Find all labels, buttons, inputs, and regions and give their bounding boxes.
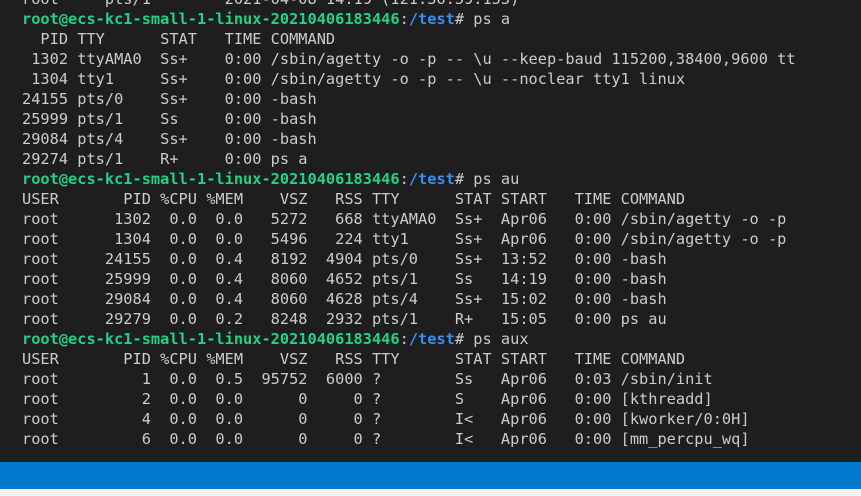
prompt-line: root@ecs-kc1-small-1-linux-2021040618344… bbox=[22, 169, 861, 189]
output-line: 24155 pts/0 Ss+ 0:00 -bash bbox=[22, 90, 317, 108]
output-line: 1304 tty1 Ss+ 0:00 /sbin/agetty -o -p --… bbox=[22, 70, 686, 88]
output-line: USER PID %CPU %MEM VSZ RSS TTY STAT STAR… bbox=[22, 190, 686, 208]
prompt-separator: : bbox=[399, 10, 409, 28]
terminal-output: root pts/1 2021-04-08 14:19 (121.36.59.1… bbox=[22, 0, 861, 449]
output-line: root 1304 0.0 0.0 5496 224 tty1 Ss+ Apr0… bbox=[22, 230, 787, 248]
output-line: root 24155 0.0 0.4 8192 4904 pts/0 Ss+ 1… bbox=[22, 250, 667, 268]
output-line: root 4 0.0 0.0 0 0 ? I< Apr06 0:00 [kwor… bbox=[22, 410, 750, 428]
command-text: ps aux bbox=[464, 330, 529, 348]
output-line: root 29279 0.0 0.2 8248 2932 pts/1 R+ 15… bbox=[22, 310, 667, 328]
prompt-symbol: # bbox=[454, 330, 465, 348]
prompt-separator: : bbox=[399, 170, 409, 188]
output-line: root 1302 0.0 0.0 5272 668 ttyAMA0 Ss+ A… bbox=[22, 210, 787, 228]
output-line: root 6 0.0 0.0 0 0 ? I< Apr06 0:00 [mm_p… bbox=[22, 430, 750, 448]
output-line: root 2 0.0 0.0 0 0 ? S Apr06 0:00 [kthre… bbox=[22, 390, 713, 408]
prompt-path: /test bbox=[408, 10, 455, 28]
output-line: 29084 pts/4 Ss+ 0:00 -bash bbox=[22, 130, 317, 148]
output-line: root 25999 0.0 0.4 8060 4652 pts/1 Ss 14… bbox=[22, 270, 667, 288]
prompt-line: root@ecs-kc1-small-1-linux-2021040618344… bbox=[22, 329, 861, 349]
prompt-path: /test bbox=[408, 170, 455, 188]
prompt-user: root@ecs-kc1-small-1-linux-2021040618344… bbox=[22, 330, 400, 348]
bottom-strip bbox=[0, 489, 861, 496]
prompt-line: root@ecs-kc1-small-1-linux-2021040618344… bbox=[22, 9, 861, 29]
output-line: root pts/1 2021-04-08 14:19 (121.36.59.1… bbox=[22, 0, 861, 9]
prompt-user: root@ecs-kc1-small-1-linux-2021040618344… bbox=[22, 170, 400, 188]
prompt-symbol: # bbox=[454, 10, 465, 28]
output-line: root 1 0.0 0.5 95752 6000 ? Ss Apr06 0:0… bbox=[22, 370, 713, 388]
status-bar bbox=[0, 462, 861, 489]
prompt-path: /test bbox=[408, 330, 455, 348]
prompt-user: root@ecs-kc1-small-1-linux-2021040618344… bbox=[22, 10, 400, 28]
command-text: ps au bbox=[464, 170, 520, 188]
output-line: 29274 pts/1 R+ 0:00 ps a bbox=[22, 150, 308, 168]
output-line: 25999 pts/1 Ss 0:00 -bash bbox=[22, 110, 317, 128]
output-line: USER PID %CPU %MEM VSZ RSS TTY STAT STAR… bbox=[22, 350, 686, 368]
terminal-panel[interactable]: root pts/1 2021-04-08 14:19 (121.36.59.1… bbox=[0, 0, 861, 462]
output-line: root 29084 0.0 0.4 8060 4628 pts/4 Ss+ 1… bbox=[22, 290, 667, 308]
output-line: 1302 ttyAMA0 Ss+ 0:00 /sbin/agetty -o -p… bbox=[22, 50, 796, 68]
prompt-separator: : bbox=[399, 330, 409, 348]
output-line: PID TTY STAT TIME COMMAND bbox=[22, 30, 336, 48]
prompt-symbol: # bbox=[454, 170, 465, 188]
command-text: ps a bbox=[464, 10, 511, 28]
